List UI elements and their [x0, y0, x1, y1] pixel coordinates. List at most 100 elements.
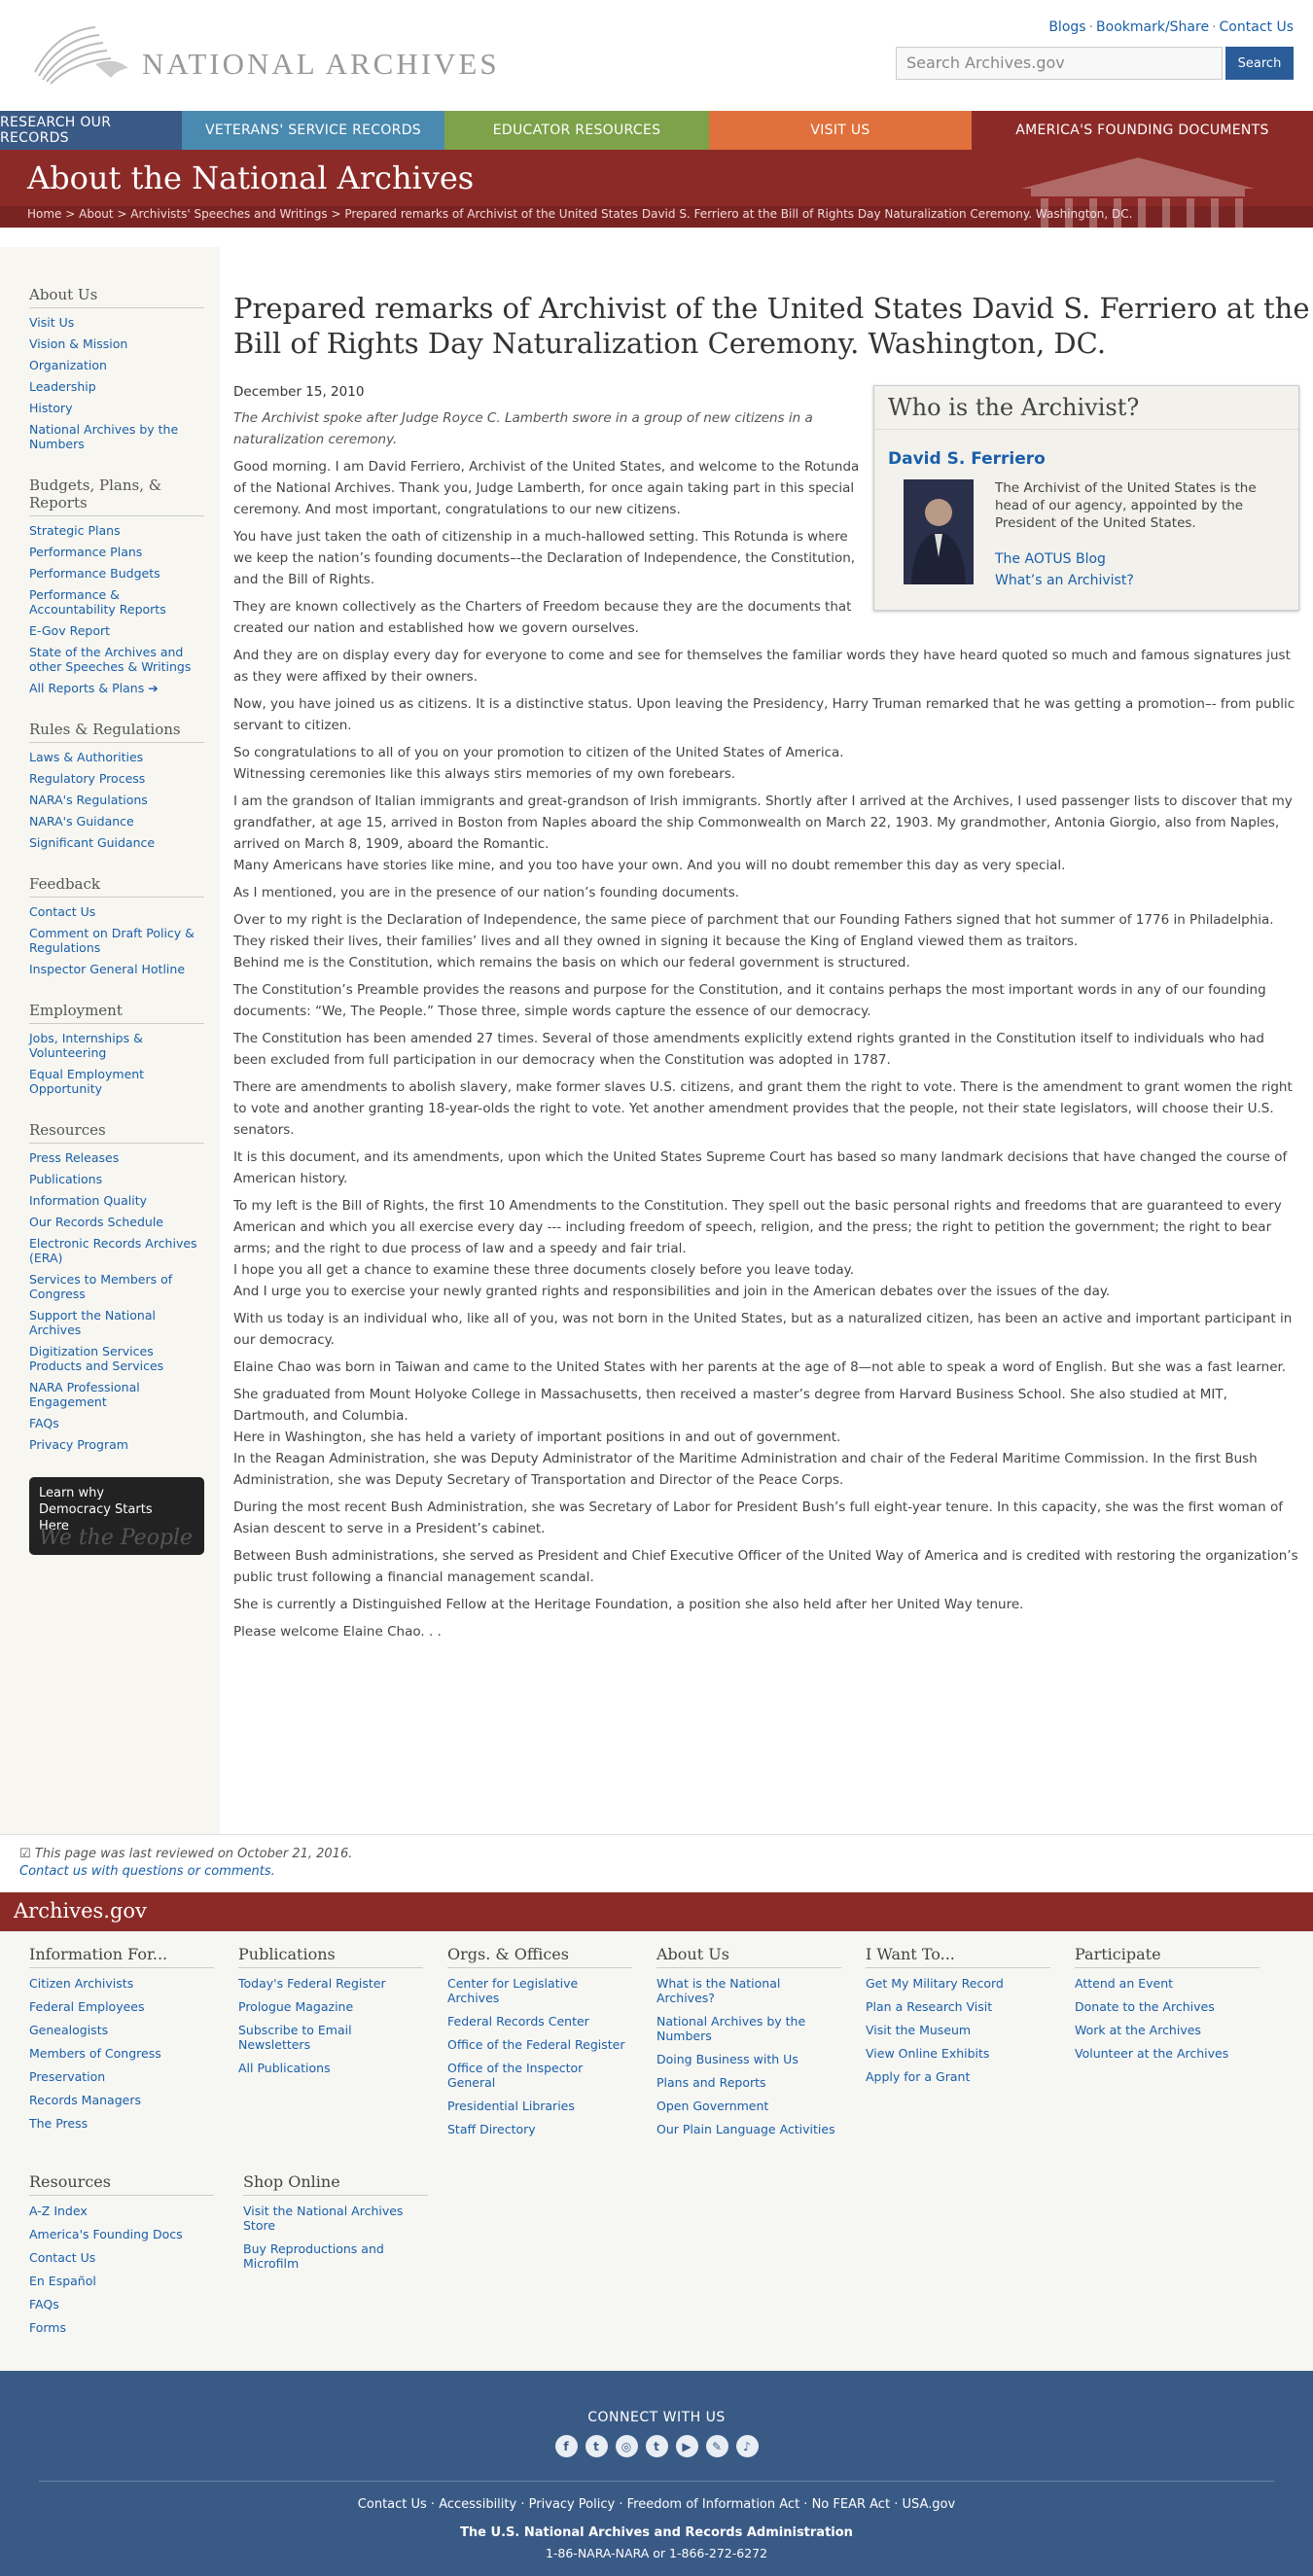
sidebar-item-contact-us[interactable]: Contact Us: [29, 904, 95, 919]
sidebar-item-electronic-records-archives-era[interactable]: Electronic Records Archives (ERA): [29, 1236, 197, 1265]
footer-link-the-press[interactable]: The Press: [29, 2116, 88, 2131]
sidebar-item-performance-budgets[interactable]: Performance Budgets: [29, 566, 160, 581]
whats-an-archivist-link[interactable]: What’s an Archivist?: [995, 573, 1134, 588]
footer-link-volunteer-at-the-archives[interactable]: Volunteer at the Archives: [1075, 2046, 1228, 2061]
bottom-link-privacy-policy[interactable]: Privacy Policy: [529, 2497, 616, 2512]
footer-link-open-government[interactable]: Open Government: [656, 2099, 768, 2113]
bottom-link-usa-gov[interactable]: USA.gov: [902, 2497, 955, 2512]
sidebar-item-laws-authorities[interactable]: Laws & Authorities: [29, 750, 143, 764]
contact-questions-link[interactable]: Contact us with questions or comments.: [19, 1864, 275, 1879]
footer-link-en-espa-ol[interactable]: En Español: [29, 2274, 96, 2288]
democracy-promo[interactable]: Learn why Democracy Starts Here We the P…: [29, 1477, 204, 1555]
sidebar-item-national-archives-by-the-numbers[interactable]: National Archives by the Numbers: [29, 422, 178, 451]
footer-link-federal-employees[interactable]: Federal Employees: [29, 1999, 145, 2014]
nav-america-s-founding-documents[interactable]: AMERICA'S FOUNDING DOCUMENTS: [972, 111, 1313, 150]
tumblr-icon[interactable]: t: [645, 2435, 668, 2457]
bottom-link-no-fear-act[interactable]: No FEAR Act: [812, 2497, 890, 2512]
footer-link-visit-the-national-archives-store[interactable]: Visit the National Archives Store: [243, 2204, 403, 2233]
aotus-blog-link[interactable]: The AOTUS Blog: [995, 551, 1106, 567]
sidebar-item-e-gov-report[interactable]: E-Gov Report: [29, 623, 110, 638]
sidebar-item-history[interactable]: History: [29, 401, 72, 415]
footer-link-contact-us[interactable]: Contact Us: [29, 2250, 95, 2265]
footer-link-work-at-the-archives[interactable]: Work at the Archives: [1075, 2023, 1201, 2037]
footer-link-what-is-the-national-archives[interactable]: What is the National Archives?: [656, 1976, 780, 2005]
footer-link-a-z-index[interactable]: A-Z Index: [29, 2204, 88, 2218]
footer-link-plans-and-reports[interactable]: Plans and Reports: [656, 2075, 766, 2090]
youtube-icon[interactable]: ▶: [675, 2435, 698, 2457]
sidebar-item-digitization-services-products-and-services[interactable]: Digitization Services Products and Servi…: [29, 1344, 163, 1373]
podcast-icon[interactable]: ♪: [735, 2435, 759, 2457]
sidebar-item-visit-us[interactable]: Visit Us: [29, 315, 74, 330]
blog-icon[interactable]: ✎: [705, 2435, 728, 2457]
footer-link-attend-an-event[interactable]: Attend an Event: [1075, 1976, 1173, 1991]
sidebar-item-publications[interactable]: Publications: [29, 1172, 102, 1186]
footer-link-records-managers[interactable]: Records Managers: [29, 2093, 141, 2107]
footer-link-view-online-exhibits[interactable]: View Online Exhibits: [866, 2046, 989, 2061]
nav-veterans-service-records[interactable]: VETERANS' SERVICE RECORDS: [182, 111, 444, 150]
sidebar-item-nara-s-regulations[interactable]: NARA's Regulations: [29, 793, 148, 807]
sidebar-item-performance-plans[interactable]: Performance Plans: [29, 545, 142, 559]
bottom-link-accessibility[interactable]: Accessibility: [439, 2497, 516, 2512]
sidebar-item-nara-professional-engagement[interactable]: NARA Professional Engagement: [29, 1380, 140, 1409]
sidebar-item-press-releases[interactable]: Press Releases: [29, 1150, 119, 1165]
footer-link-genealogists[interactable]: Genealogists: [29, 2023, 108, 2037]
sidebar-item-privacy-program[interactable]: Privacy Program: [29, 1437, 128, 1452]
footer-link-subscribe-to-email-newsletters[interactable]: Subscribe to Email Newsletters: [238, 2023, 352, 2052]
search-button[interactable]: Search: [1225, 47, 1294, 80]
logo[interactable]: NATIONAL ARCHIVES: [27, 21, 500, 89]
bookmark-share-link[interactable]: Bookmark/Share: [1096, 19, 1209, 35]
footer-link-staff-directory[interactable]: Staff Directory: [447, 2122, 536, 2136]
sidebar-item-support-the-national-archives[interactable]: Support the National Archives: [29, 1308, 156, 1337]
sidebar-item-regulatory-process[interactable]: Regulatory Process: [29, 771, 145, 786]
sidebar-item-faqs[interactable]: FAQs: [29, 1416, 59, 1430]
footer-link-apply-for-a-grant[interactable]: Apply for a Grant: [866, 2069, 970, 2084]
footer-link-get-my-military-record[interactable]: Get My Military Record: [866, 1976, 1004, 1991]
footer-link-center-for-legislative-archives[interactable]: Center for Legislative Archives: [447, 1976, 578, 2005]
footer-link-today-s-federal-register[interactable]: Today's Federal Register: [238, 1976, 386, 1991]
bottom-link-freedom-of-information-act[interactable]: Freedom of Information Act: [627, 2497, 800, 2512]
footer-link-plan-a-research-visit[interactable]: Plan a Research Visit: [866, 1999, 992, 2014]
sidebar-item-equal-employment-opportunity[interactable]: Equal Employment Opportunity: [29, 1067, 144, 1096]
sidebar-item-jobs-internships-volunteering[interactable]: Jobs, Internships & Volunteering: [29, 1031, 143, 1060]
footer-link-america-s-founding-docs[interactable]: America's Founding Docs: [29, 2227, 183, 2241]
sidebar-item-all-reports-plans[interactable]: All Reports & Plans: [29, 681, 144, 695]
footer-link-federal-records-center[interactable]: Federal Records Center: [447, 2014, 589, 2029]
bottom-link-contact-us[interactable]: Contact Us: [358, 2497, 427, 2512]
breadcrumb-link[interactable]: Home: [27, 207, 61, 221]
footer-link-faqs[interactable]: FAQs: [29, 2297, 59, 2311]
nav-research-our-records[interactable]: RESEARCH OUR RECORDS: [0, 111, 182, 150]
sidebar-item-our-records-schedule[interactable]: Our Records Schedule: [29, 1215, 163, 1229]
sidebar-item-leadership[interactable]: Leadership: [29, 379, 96, 394]
sidebar-item-information-quality[interactable]: Information Quality: [29, 1193, 147, 1208]
facebook-icon[interactable]: f: [554, 2435, 578, 2457]
sidebar-item-organization[interactable]: Organization: [29, 358, 107, 372]
footer-link-presidential-libraries[interactable]: Presidential Libraries: [447, 2099, 575, 2113]
twitter-icon[interactable]: t: [585, 2435, 608, 2457]
sidebar-item-comment-on-draft-policy-regulations[interactable]: Comment on Draft Policy & Regulations: [29, 926, 195, 955]
nav-visit-us[interactable]: VISIT US: [709, 111, 972, 150]
footer-link-citizen-archivists[interactable]: Citizen Archivists: [29, 1976, 133, 1991]
contact-us-link[interactable]: Contact Us: [1220, 19, 1294, 35]
blogs-link[interactable]: Blogs: [1048, 19, 1085, 35]
footer-link-preservation[interactable]: Preservation: [29, 2069, 105, 2084]
sidebar-item-vision-mission[interactable]: Vision & Mission: [29, 336, 127, 351]
archivist-name-link[interactable]: David S. Ferriero: [888, 449, 1046, 469]
breadcrumb-link[interactable]: About: [79, 207, 113, 221]
sidebar-item-significant-guidance[interactable]: Significant Guidance: [29, 835, 155, 850]
nav-educator-resources[interactable]: EDUCATOR RESOURCES: [444, 111, 709, 150]
footer-link-visit-the-museum[interactable]: Visit the Museum: [866, 2023, 971, 2037]
footer-link-office-of-the-federal-register[interactable]: Office of the Federal Register: [447, 2037, 625, 2052]
footer-link-doing-business-with-us[interactable]: Doing Business with Us: [656, 2052, 798, 2066]
footer-link-office-of-the-inspector-general[interactable]: Office of the Inspector General: [447, 2061, 583, 2090]
footer-link-national-archives-by-the-numbers[interactable]: National Archives by the Numbers: [656, 2014, 805, 2043]
footer-link-our-plain-language-activities[interactable]: Our Plain Language Activities: [656, 2122, 835, 2136]
search-input[interactable]: Search Archives.gov: [896, 47, 1223, 80]
footer-link-members-of-congress[interactable]: Members of Congress: [29, 2046, 161, 2061]
sidebar-item-strategic-plans[interactable]: Strategic Plans: [29, 523, 121, 538]
sidebar-item-nara-s-guidance[interactable]: NARA's Guidance: [29, 814, 134, 829]
sidebar-item-inspector-general-hotline[interactable]: Inspector General Hotline: [29, 962, 185, 976]
sidebar-item-services-to-members-of-congress[interactable]: Services to Members of Congress: [29, 1272, 172, 1301]
footer-link-all-publications[interactable]: All Publications: [238, 2061, 331, 2075]
footer-link-buy-reproductions-and-microfilm[interactable]: Buy Reproductions and Microfilm: [243, 2241, 384, 2271]
footer-link-donate-to-the-archives[interactable]: Donate to the Archives: [1075, 1999, 1215, 2014]
